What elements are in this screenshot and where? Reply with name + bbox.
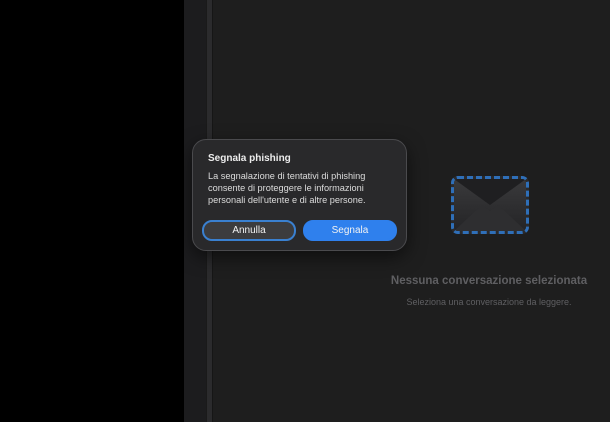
sidebar-pane [0,0,184,422]
cancel-button[interactable]: Annulla [202,220,296,241]
report-phishing-dialog: Segnala phishing La segnalazione di tent… [192,139,407,251]
envelope-icon [451,176,529,234]
mail-window: Nessuna conversazione selezionata Selezi… [0,0,610,422]
dialog-message-line: personali dell'utente e di altre persone… [208,195,366,205]
empty-state-title: Nessuna conversazione selezionata [390,275,588,287]
dialog-message-line: consente di proteggere le informazioni [208,183,364,193]
empty-state-subtitle: Seleziona una conversazione da leggere. [406,297,572,307]
report-button[interactable]: Segnala [303,220,397,241]
dialog-message: La segnalazione di tentativi di phishing… [208,170,394,206]
dialog-message-line: La segnalazione di tentativi di phishing [208,171,366,181]
dialog-title: Segnala phishing [208,153,291,164]
